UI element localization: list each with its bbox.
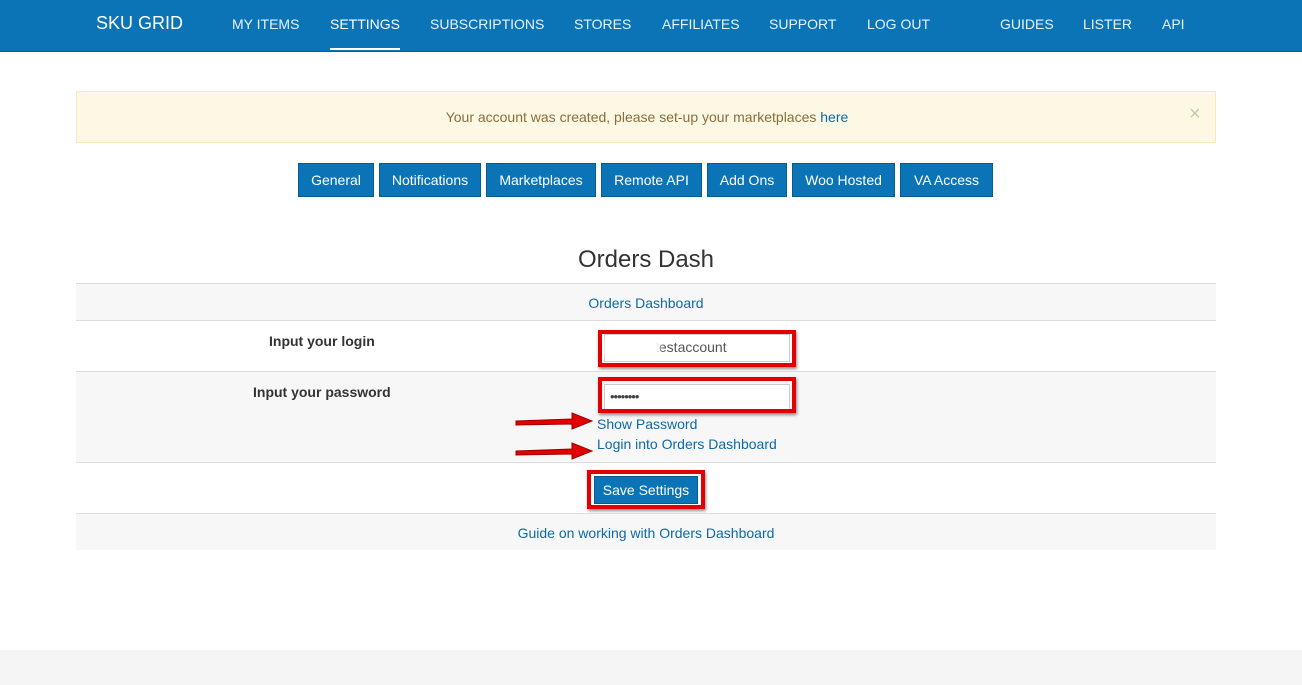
page-title: Orders Dash (577, 246, 715, 273)
page-footer (0, 650, 1302, 685)
nav-support[interactable]: SUPPORT (769, 16, 836, 32)
alert-message: Your account was created, please set-up … (77, 109, 1217, 125)
tab-general[interactable]: General (298, 163, 374, 197)
show-password-link[interactable]: Show Password (597, 416, 697, 432)
nav-subscriptions[interactable]: SUBSCRIPTIONS (430, 16, 544, 32)
login-orders-dashboard-link[interactable]: Login into Orders Dashboard (597, 436, 777, 452)
nav-log-out[interactable]: LOG OUT (867, 16, 930, 32)
save-highlight-box (587, 470, 705, 509)
tab-add-ons[interactable]: Add Ons (707, 163, 787, 197)
tab-marketplaces[interactable]: Marketplaces (486, 163, 596, 197)
login-label: Input your login (269, 333, 375, 349)
close-icon[interactable]: × (1189, 104, 1201, 124)
guide-row: Guide on working with Orders Dashboard (76, 513, 1216, 550)
top-navbar: SKU GRID MY ITEMS SETTINGS SUBSCRIPTIONS… (0, 0, 1302, 52)
account-created-alert: Your account was created, please set-up … (76, 91, 1216, 143)
red-arrow-right-icon (515, 442, 594, 460)
tab-va-access[interactable]: VA Access (900, 163, 993, 197)
tab-notifications[interactable]: Notifications (379, 163, 481, 197)
nav-stores[interactable]: STORES (574, 16, 631, 32)
nav-affiliates[interactable]: AFFILIATES (662, 16, 740, 32)
red-arrow-right-icon (515, 412, 594, 430)
login-highlight-box (598, 330, 796, 367)
tab-woo-hosted[interactable]: Woo Hosted (792, 163, 895, 197)
orders-dashboard-link[interactable]: Orders Dashboard (76, 295, 1216, 311)
alert-here-link[interactable]: here (820, 109, 848, 125)
brand-logo[interactable]: SKU GRID (96, 13, 183, 34)
active-nav-indicator (330, 48, 400, 50)
orders-dashboard-row: Orders Dashboard (76, 283, 1216, 321)
password-highlight-box (598, 377, 796, 413)
nav-guides[interactable]: GUIDES (1000, 16, 1054, 32)
nav-my-items[interactable]: MY ITEMS (232, 16, 299, 32)
alert-message-text: Your account was created, please set-up … (445, 109, 817, 125)
nav-lister[interactable]: LISTER (1083, 16, 1132, 32)
nav-settings[interactable]: SETTINGS (330, 16, 400, 32)
guide-link[interactable]: Guide on working with Orders Dashboard (76, 525, 1216, 541)
nav-api[interactable]: API (1162, 16, 1185, 32)
tab-remote-api[interactable]: Remote API (601, 163, 702, 197)
password-label: Input your password (253, 384, 391, 400)
